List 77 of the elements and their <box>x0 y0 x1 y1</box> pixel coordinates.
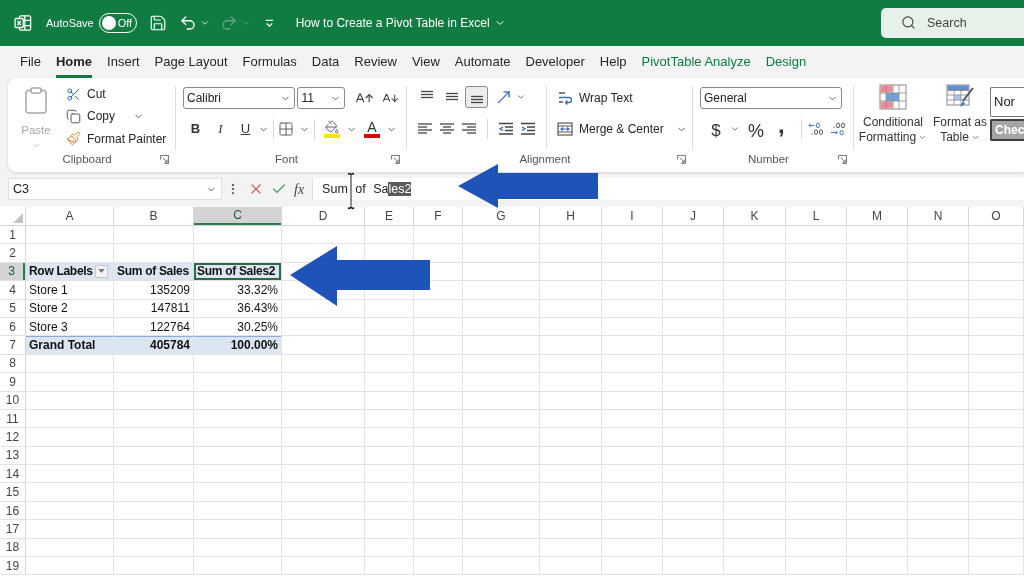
menu-tab[interactable]: Review <box>354 46 397 78</box>
menu-tab[interactable]: Data <box>311 46 340 78</box>
chevron-down-icon[interactable] <box>516 92 526 102</box>
align-center-icon[interactable] <box>439 121 455 137</box>
chevron-down-icon[interactable] <box>199 18 210 28</box>
format-as-table-button[interactable]: Format as Table <box>930 84 990 172</box>
chevron-down-icon[interactable] <box>730 124 740 134</box>
cut-button[interactable]: Cut <box>66 83 106 106</box>
paintbrush-icon <box>66 131 81 147</box>
align-left-icon[interactable] <box>417 121 433 137</box>
name-box[interactable]: C3 <box>8 178 222 200</box>
search-icon <box>901 15 916 30</box>
toggle-knob-icon <box>101 16 116 30</box>
menu-tab[interactable]: File <box>20 46 41 78</box>
group-label: Number <box>747 151 790 167</box>
italic-button[interactable]: I <box>208 119 233 139</box>
filter-dropdown-button[interactable] <box>95 264 108 278</box>
caret-down-icon <box>98 269 105 274</box>
bold-button[interactable]: B <box>183 119 208 139</box>
search-field[interactable]: Search <box>881 8 1024 38</box>
group-label: Font <box>274 151 299 167</box>
decrease-decimal-icon[interactable] <box>829 121 846 137</box>
copy-icon <box>66 109 81 124</box>
format-painter-button[interactable]: Format Painter <box>66 127 167 150</box>
table-cell[interactable]: 405784 <box>114 336 193 354</box>
group-label: Alignment <box>518 151 572 167</box>
group-label: Clipboard <box>61 151 113 167</box>
currency-button[interactable]: $ <box>706 118 726 140</box>
dialog-launcher-icon[interactable] <box>677 155 686 164</box>
menu-tab[interactable]: Design <box>765 46 807 78</box>
header-label: Row Labels <box>29 263 94 281</box>
wrap-text-button[interactable]: Wrap Text <box>557 87 633 109</box>
conditional-formatting-button[interactable]: Conditional Formatting <box>856 84 930 172</box>
table-cell[interactable]: Grand Total <box>26 336 113 354</box>
fill-color-icon[interactable] <box>323 120 341 138</box>
scissors-icon <box>66 86 81 102</box>
insert-function-button[interactable]: fx <box>294 178 305 200</box>
increase-indent-icon[interactable] <box>520 121 536 137</box>
percent-button[interactable]: % <box>746 118 766 140</box>
font-name-dropdown[interactable]: Calibri <box>183 87 296 109</box>
menu-tab[interactable]: Page Layout <box>154 46 228 78</box>
menu-tab[interactable]: Insert <box>107 46 140 78</box>
font-size-dropdown[interactable]: 11 <box>297 87 346 109</box>
comma-style-button[interactable]: , <box>771 118 792 140</box>
merge-cells-icon <box>557 121 573 137</box>
menu-tab[interactable]: Automate <box>454 46 511 78</box>
wrap-text-icon <box>557 90 573 106</box>
align-bottom-button[interactable] <box>465 86 488 108</box>
increase-decimal-icon[interactable] <box>807 121 824 137</box>
underline-button[interactable]: U <box>233 119 258 139</box>
table-cell[interactable]: 100.00% <box>194 336 281 354</box>
column-header[interactable]: C <box>194 207 281 225</box>
menu-tab[interactable]: View <box>411 46 440 78</box>
document-title[interactable]: How to Create a Pivot Table in Excel <box>295 14 490 32</box>
menu-tab[interactable]: Help <box>599 46 627 78</box>
menu-tab[interactable]: Developer <box>525 46 585 78</box>
undo-icon[interactable] <box>178 14 197 32</box>
dialog-launcher-icon[interactable] <box>160 155 169 164</box>
merge-center-button[interactable]: Merge & Center <box>557 118 687 140</box>
normal-style-tile[interactable]: Nor <box>990 87 1024 117</box>
dialog-launcher-icon[interactable] <box>838 155 847 164</box>
menu-tab[interactable]: Formulas <box>242 46 297 78</box>
save-icon[interactable] <box>148 14 167 32</box>
autosave-label: AutoSave <box>46 15 94 31</box>
app-logo-icon[interactable] <box>14 14 32 32</box>
decrease-indent-icon[interactable] <box>498 121 514 137</box>
align-right-icon[interactable] <box>461 121 477 137</box>
number-format-dropdown[interactable]: General <box>700 87 842 109</box>
diagonal-arrow-icon[interactable] <box>496 89 511 105</box>
colored-grid-icon <box>879 84 907 110</box>
copy-button[interactable]: Copy <box>66 105 144 128</box>
table-brush-icon <box>946 84 974 110</box>
font-color-button[interactable]: A <box>363 120 381 138</box>
menu-tab[interactable]: PivotTable Analyze <box>641 46 751 78</box>
dialog-launcher-icon[interactable] <box>391 155 400 164</box>
caret-bar-icon[interactable] <box>264 18 274 28</box>
borders-icon[interactable] <box>278 121 294 137</box>
